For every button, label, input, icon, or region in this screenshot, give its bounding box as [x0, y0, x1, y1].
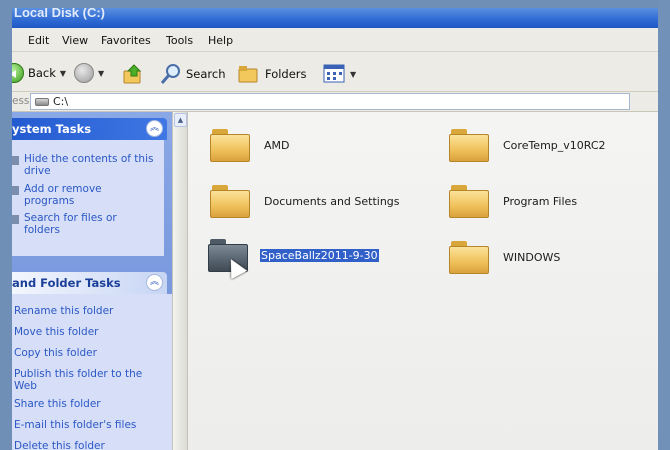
- search-button[interactable]: Search: [160, 63, 226, 85]
- search-label: Search: [186, 67, 226, 81]
- forward-button[interactable]: ▼: [74, 63, 104, 83]
- views-icon: [323, 64, 345, 83]
- desktop-edge: [658, 0, 670, 450]
- back-label: Back: [28, 66, 56, 80]
- hide-icon: [12, 156, 19, 165]
- file-folder-tasks-list: Rename this folder Move this folder Copy…: [12, 294, 172, 450]
- file-folder-tasks-title: and Folder Tasks: [12, 276, 121, 290]
- task-search-files[interactable]: Search for files or folders: [24, 212, 154, 236]
- address-label: ess: [12, 95, 30, 107]
- folder-icon: [449, 184, 489, 218]
- folder-item-program-files[interactable]: Program Files: [449, 184, 577, 218]
- address-input[interactable]: C:\: [30, 93, 630, 110]
- collapse-icon[interactable]: ︽: [146, 274, 163, 291]
- menu-tools[interactable]: Tools: [166, 34, 193, 47]
- menu-view[interactable]: View: [62, 34, 88, 47]
- collapse-icon[interactable]: ︽: [146, 120, 163, 137]
- views-button[interactable]: ▼: [322, 63, 356, 85]
- up-folder-button[interactable]: [122, 63, 144, 85]
- toolbar: Back ▼ ▼ Search Folders ▼: [12, 52, 670, 92]
- chevron-down-icon: ▼: [59, 68, 67, 78]
- folder-item-windows[interactable]: WINDOWS: [449, 240, 560, 274]
- folders-icon: [238, 66, 258, 83]
- task-pane-scrollbar[interactable]: ▲: [172, 112, 188, 450]
- chevron-down-icon: ▼: [98, 68, 105, 78]
- folder-icon: [449, 128, 489, 162]
- search-icon: [160, 64, 180, 84]
- file-folder-tasks-header[interactable]: and Folder Tasks ︽: [12, 272, 167, 294]
- task-copy-folder[interactable]: Copy this folder: [14, 347, 154, 360]
- task-delete-folder[interactable]: Delete this folder: [14, 440, 154, 450]
- window-title: Local Disk (C:): [14, 8, 106, 20]
- folder-name-selected: SpaceBallz2011-9-30: [260, 248, 379, 262]
- folder-name: AMD: [264, 138, 290, 152]
- folder-name: Program Files: [503, 194, 578, 208]
- address-bar: ess C:\: [12, 92, 670, 112]
- task-share-folder[interactable]: Share this folder: [14, 398, 154, 411]
- menu-help[interactable]: Help: [208, 34, 233, 47]
- folder-icon: [449, 240, 489, 274]
- folder-name: CoreTemp_v10RC2: [503, 138, 606, 152]
- title-bar[interactable]: Local Disk (C:): [12, 8, 670, 28]
- folders-label: Folders: [265, 67, 307, 81]
- explorer-window: Local Disk (C:) Edit View Favorites Tool…: [12, 8, 670, 450]
- up-folder-icon: [123, 64, 142, 84]
- forward-arrow-icon: [74, 63, 94, 83]
- folder-item-documents-and-settings[interactable]: Documents and Settings: [210, 184, 400, 218]
- folder-icon: [210, 184, 250, 218]
- menu-bar: Edit View Favorites Tools Help: [12, 28, 670, 52]
- chevron-down-icon: ▼: [350, 69, 357, 79]
- back-button[interactable]: Back ▼: [12, 63, 66, 83]
- task-rename-folder[interactable]: Rename this folder: [14, 305, 154, 318]
- folders-button[interactable]: Folders: [237, 63, 307, 85]
- menu-favorites[interactable]: Favorites: [101, 34, 151, 47]
- scroll-up-icon[interactable]: ▲: [174, 113, 187, 127]
- task-hide-drive[interactable]: Hide the contents of this drive: [24, 153, 154, 177]
- menu-edit[interactable]: Edit: [28, 34, 49, 47]
- folder-icon: [210, 128, 250, 162]
- task-publish-folder[interactable]: Publish this folder to the Web: [14, 368, 154, 392]
- folder-name: WINDOWS: [503, 250, 561, 264]
- drive-icon: [35, 97, 49, 106]
- search-small-icon: [12, 215, 19, 224]
- folder-item-coretemp[interactable]: CoreTemp_v10RC2: [449, 128, 606, 162]
- folder-name: Documents and Settings: [264, 194, 400, 208]
- address-path: C:\: [53, 95, 69, 108]
- system-tasks-title: ystem Tasks: [12, 122, 92, 136]
- programs-icon: [12, 186, 19, 195]
- task-add-remove-programs[interactable]: Add or remove programs: [24, 183, 154, 207]
- folder-item-amd[interactable]: AMD: [210, 128, 290, 162]
- task-pane: ystem Tasks ︽ Hide the contents of this …: [12, 112, 172, 450]
- system-tasks-list: Hide the contents of this drive Add or r…: [12, 140, 164, 256]
- system-tasks-header[interactable]: ystem Tasks ︽: [12, 118, 167, 140]
- folder-view: AMD CoreTemp_v10RC2 Documents and Settin…: [188, 112, 670, 450]
- task-move-folder[interactable]: Move this folder: [14, 326, 154, 339]
- task-email-folder[interactable]: E-mail this folder's files: [14, 419, 154, 432]
- back-arrow-icon: [12, 63, 24, 83]
